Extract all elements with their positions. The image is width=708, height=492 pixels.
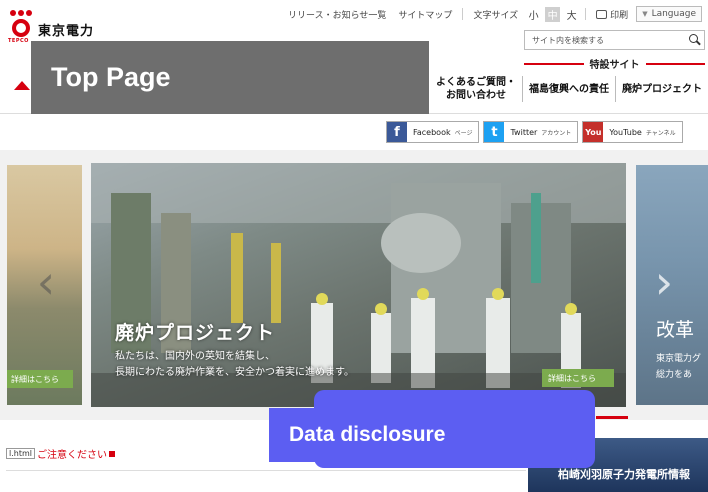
social-links: f Facebook ページ t Twitter アカウント You YouTu… (386, 121, 683, 143)
nav-faq-line1: よくあるご質問・ (436, 77, 516, 88)
slide-desc-line1: 私たちは、国内外の英知を結集し、 (115, 351, 275, 362)
logo-name: 東京電力 (38, 24, 95, 39)
carousel-slide-current[interactable]: 廃炉プロジェクト 私たちは、国内外の英知を結集し、 長期にわたる廃炉作業を、安全… (91, 163, 626, 407)
slide-description: 私たちは、国内外の英知を結集し、 長期にわたる廃炉作業を、安全かつ着実に進めます… (115, 349, 354, 381)
tepco-logo[interactable]: TEPCO 東京電力 (8, 10, 94, 44)
home-icon[interactable] (14, 81, 30, 90)
divider (585, 8, 587, 20)
language-select[interactable]: ▼ Language (636, 6, 702, 22)
data-disclosure-front-panel: Data disclosure (269, 408, 569, 462)
release-list-link[interactable]: リリース・お知らせ一覧 (282, 8, 392, 21)
notice-divider (6, 470, 526, 471)
tepco-logo-icon: TEPCO (8, 10, 36, 44)
news-banner-text: 柏崎刈羽原子力発電所情報 (558, 468, 690, 481)
facebook-label: Facebook (413, 127, 451, 137)
top-page-label: Top Page (31, 41, 429, 114)
twitter-label: Twitter (510, 127, 538, 137)
red-square-icon (109, 450, 115, 457)
youtube-button[interactable]: You YouTube チャンネル (582, 121, 683, 143)
youtube-sub: チャンネル (645, 129, 676, 137)
sitemap-link[interactable]: サイトマップ (392, 8, 458, 21)
font-size-small-button[interactable]: 小 (526, 7, 541, 22)
youtube-label: YouTube (609, 127, 642, 137)
font-size-medium-button[interactable]: 中 (545, 6, 561, 22)
chevron-down-icon: ▼ (642, 10, 648, 18)
next-slide-title: 改革 (656, 319, 695, 341)
nav-decommissioning[interactable]: 廃炉プロジェクト (615, 76, 708, 102)
file-label: l.html (6, 448, 35, 459)
slide-title: 廃炉プロジェクト (115, 322, 276, 344)
nav-faq-contact[interactable]: よくあるご質問・ お問い合わせ (430, 76, 522, 102)
facebook-icon: f (387, 122, 407, 142)
carousel-indicator[interactable] (596, 416, 628, 419)
divider (645, 62, 705, 65)
prev-slide-detail-button[interactable]: 詳細はこちら (7, 370, 73, 388)
global-nav: よくあるご質問・ お問い合わせ 福島復興への責任 廃炉プロジェクト (430, 76, 708, 102)
site-search: サイト内を検索する (524, 30, 705, 50)
nav-faq-line2: お問い合わせ (446, 90, 506, 101)
twitter-button[interactable]: t Twitter アカウント (483, 121, 579, 143)
facebook-sub: ページ (454, 129, 473, 137)
search-icon[interactable] (686, 31, 704, 49)
notice-text: ご注意ください (37, 450, 107, 461)
next-slide-desc-line2: 総力をあ (656, 370, 693, 380)
data-disclosure-text: Data disclosure (289, 423, 446, 446)
data-disclosure-label: Data disclosure (269, 390, 595, 468)
nav-fukushima[interactable]: 福島復興への責任 (522, 76, 615, 102)
next-slide-desc-line1: 東京電力グ (656, 354, 702, 364)
font-size-large-button[interactable]: 大 (564, 7, 579, 22)
top-page-label-text: Top Page (51, 62, 171, 92)
divider (462, 8, 464, 20)
youtube-icon: You (583, 122, 604, 142)
special-site-heading: 特設サイト (524, 56, 705, 71)
carousel-prev-arrow-icon[interactable]: ‹ (32, 252, 60, 312)
printer-icon (596, 9, 608, 19)
search-input[interactable]: サイト内を検索する (525, 35, 686, 46)
utility-bar: リリース・お知らせ一覧 サイトマップ 文字サイズ 小 中 大 印刷 ▼ Lang… (282, 6, 702, 22)
twitter-icon: t (484, 122, 505, 142)
print-label: 印刷 (610, 10, 629, 21)
slide-detail-button[interactable]: 詳細はこちら (542, 369, 614, 387)
logo-sub-label: TEPCO (8, 38, 29, 44)
twitter-sub: アカウント (541, 129, 572, 137)
language-label: Language (651, 9, 696, 19)
notice-link[interactable]: l.html ご注意ください (6, 446, 115, 461)
special-site-label: 特設サイト (589, 60, 640, 71)
facebook-button[interactable]: f Facebook ページ (386, 121, 480, 143)
next-slide-description: 東京電力グ 総力をあ (656, 351, 701, 383)
carousel-next-arrow-icon[interactable]: › (650, 252, 678, 312)
font-size-label: 文字サイズ (473, 10, 519, 21)
divider (524, 62, 584, 65)
print-button[interactable]: 印刷 (596, 8, 628, 21)
slide-desc-line2: 長期にわたる廃炉作業を、安全かつ着実に進めます。 (115, 367, 354, 378)
